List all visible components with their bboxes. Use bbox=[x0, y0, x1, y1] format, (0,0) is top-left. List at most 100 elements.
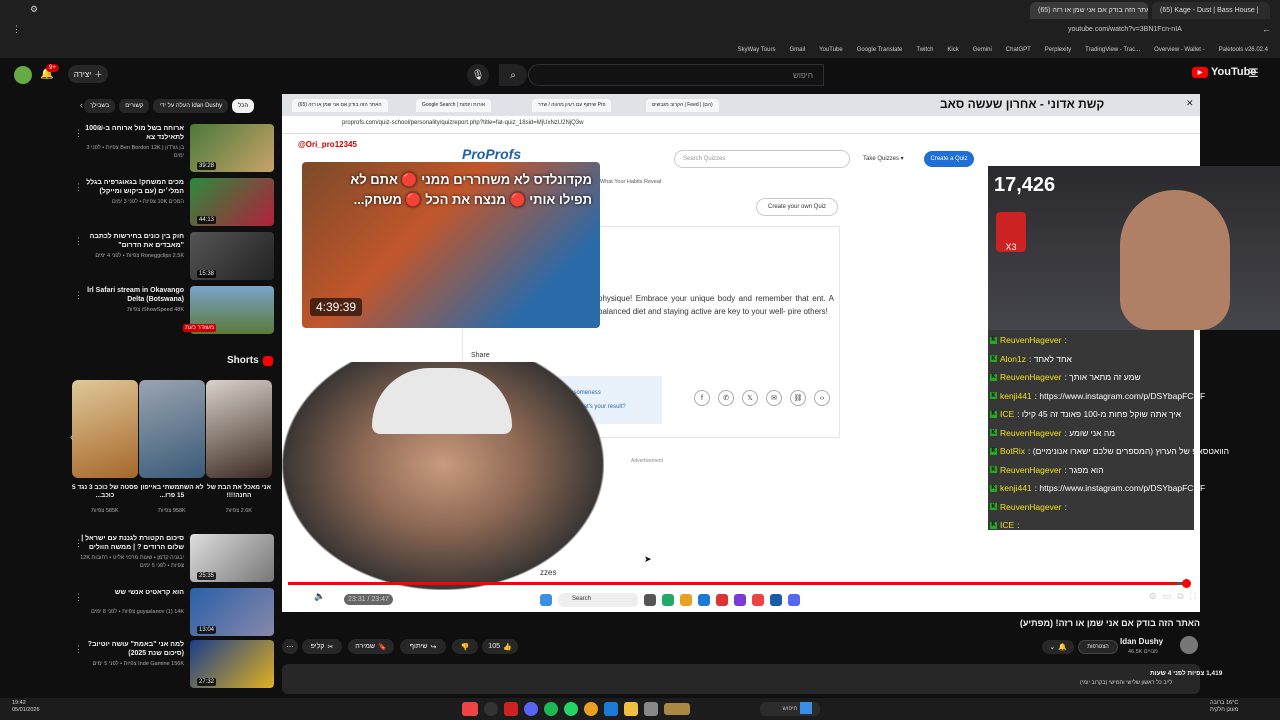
more-dots-icon: ⋯ bbox=[286, 643, 294, 651]
channel-avatar[interactable] bbox=[1180, 636, 1198, 654]
recommendation-item[interactable]: משודר כעת lrl Safari stream in Okavango … bbox=[70, 286, 274, 334]
progress-scrubber[interactable] bbox=[1182, 579, 1191, 588]
chat-text: : איך אתה שוקל פחות מ-100 פאונד זה 45 קי… bbox=[1017, 409, 1182, 419]
share-button[interactable]: שיתוף ↪ bbox=[400, 639, 446, 654]
more-options-icon[interactable]: ⋮ bbox=[74, 290, 83, 301]
browser-menu-dots-icon[interactable]: ⋮ bbox=[12, 24, 21, 35]
bookmark-item[interactable]: SkyWay Tours bbox=[737, 47, 775, 53]
hamburger-menu-icon[interactable]: ☰ bbox=[1248, 66, 1259, 80]
settings-icon[interactable]: ⚙ bbox=[1149, 591, 1157, 607]
more-options-icon[interactable]: ⋮ bbox=[74, 644, 83, 655]
more-options-icon[interactable]: ⋮ bbox=[74, 128, 83, 139]
edge-icon[interactable] bbox=[604, 702, 618, 716]
bookmark-item[interactable]: Kick bbox=[947, 47, 958, 53]
channel-name[interactable]: Idan Dushy bbox=[1120, 637, 1163, 646]
voice-search-button[interactable]: 🎙 bbox=[467, 64, 489, 86]
channel-subscribers: 46.5K מנויים bbox=[1128, 649, 1158, 655]
recommendation-title[interactable]: למה אני "באמת" עושה יוטיוב? (סיכום שנת 2… bbox=[78, 640, 184, 658]
recommendation-title[interactable]: ארוחה בשל מול ארוחה ב-100₪ לתאילנד צא bbox=[78, 124, 184, 142]
recommendation-item[interactable]: 13:04 הוא קראטיט אנשי שש guyaslanov (1) … bbox=[70, 588, 274, 636]
bookmark-item[interactable]: ChatGPT bbox=[1006, 47, 1031, 53]
taskbar-app-icon[interactable] bbox=[484, 702, 498, 716]
browser-menu-icon[interactable]: ⚙ bbox=[30, 4, 38, 15]
recommendation-title[interactable]: הוא קראטיט אנשי שש bbox=[78, 588, 184, 597]
pp-share-label: Share bbox=[471, 352, 490, 359]
clip-button[interactable]: קליפ ✂ bbox=[302, 639, 342, 654]
spotify-icon[interactable] bbox=[544, 702, 558, 716]
related-chips: בשבילך קשורים העלה על ידי Idan Dushy הכל bbox=[84, 98, 274, 114]
recommendation-item[interactable]: 25:35 סיכום הקטורת לגננת עם ישראל | שלום… bbox=[70, 534, 274, 582]
more-actions-button[interactable]: ⋯ bbox=[282, 639, 298, 654]
recommendation-title[interactable]: מכים המשחק! בגאוגרפיה בגלל המלי׳ים (עם ב… bbox=[78, 178, 184, 196]
join-button[interactable]: הצטרפות bbox=[1078, 640, 1118, 654]
more-options-icon[interactable]: ⋮ bbox=[74, 592, 83, 603]
inner-tab: (65) האתר הזה בודק אם אני שמן או רזה bbox=[292, 99, 388, 112]
more-options-icon[interactable]: ⋮ bbox=[74, 538, 83, 549]
bookmark-item[interactable]: Perplexity bbox=[1045, 47, 1071, 53]
bookmark-item[interactable]: TradingView - Trac... bbox=[1085, 47, 1140, 53]
close-icon[interactable]: ✕ bbox=[1186, 98, 1194, 109]
taskbar-app-icon[interactable] bbox=[462, 702, 478, 716]
recommendation-item[interactable]: 39:28 ארוחה בשל מול ארוחה ב-100₪ לתאילנד… bbox=[70, 124, 274, 172]
subscribed-button[interactable]: ⌄ 🔔 bbox=[1042, 640, 1074, 654]
more-options-icon[interactable]: ⋮ bbox=[74, 182, 83, 193]
short-title[interactable]: פסטה של כוכב 3 נגד 5 כוכב... bbox=[72, 484, 138, 500]
play-icon[interactable]: ▶ bbox=[290, 591, 304, 605]
browser-back-icon[interactable]: ← bbox=[1262, 24, 1271, 34]
windows-start-button[interactable] bbox=[800, 702, 812, 714]
kick-badge-icon: K bbox=[990, 392, 997, 399]
search-button[interactable]: ⌕ bbox=[499, 64, 527, 86]
save-button[interactable]: שמירה 🔖 bbox=[348, 639, 394, 654]
whatsapp-icon[interactable] bbox=[564, 702, 578, 716]
recommendation-item[interactable]: 15:38 חוק בין כונים בחירשות לכתבה "מאבדי… bbox=[70, 232, 274, 280]
bookmark-item[interactable]: Gmail bbox=[789, 47, 805, 53]
more-options-icon[interactable]: ⋮ bbox=[74, 236, 83, 247]
bookmark-item[interactable]: Google Translate bbox=[857, 47, 903, 53]
short-thumbnail[interactable] bbox=[72, 380, 138, 478]
discord-icon[interactable] bbox=[524, 702, 538, 716]
browser-tab-active[interactable]: האתר הזה בודק אם אני שמן או רזה (65) bbox=[1030, 2, 1148, 19]
create-button[interactable]: יצירה ＋ bbox=[68, 65, 108, 83]
dislike-button[interactable]: 👎 bbox=[452, 639, 478, 654]
taskbar-app-icon[interactable] bbox=[504, 702, 518, 716]
subtitles-icon[interactable]: ▭ bbox=[1163, 591, 1172, 607]
inner-tab: הקרוב מגבשים | Feed | (הם) bbox=[646, 99, 719, 112]
chip-uploaded-by[interactable]: העלה על ידי Idan Dushy bbox=[153, 99, 229, 113]
bookmark-item[interactable]: Overview - Wallet - bbox=[1154, 47, 1204, 53]
recommendation-title[interactable]: חוק בין כונים בחירשות לכתבה "מאבדים את ה… bbox=[78, 232, 184, 250]
chip-for-you[interactable]: בשבילך bbox=[84, 99, 116, 113]
chip-related[interactable]: קשורים bbox=[119, 99, 150, 113]
shorts-prev-chevron-icon[interactable]: ‹ bbox=[70, 432, 82, 446]
bookmark-item[interactable]: Gemini bbox=[973, 47, 992, 53]
recommendation-item[interactable]: 44:13 מכים המשחק! בגאוגרפיה בגלל המלי׳ים… bbox=[70, 178, 274, 226]
browser-tab[interactable]: (65) Kage - Dust | Bass House | bbox=[1152, 2, 1270, 19]
taskbar-app-icon[interactable] bbox=[644, 702, 658, 716]
chrome-icon[interactable] bbox=[584, 702, 598, 716]
fullscreen-icon[interactable]: ⛶ bbox=[1190, 591, 1196, 607]
discord-icon bbox=[788, 594, 800, 606]
chips-prev-chevron-icon[interactable]: ‹ bbox=[80, 100, 83, 110]
url-text[interactable]: youtube.com/watch?v=3BN1Fcn-nIA bbox=[1068, 26, 1182, 33]
bookmark-item[interactable]: YouTube bbox=[819, 47, 843, 53]
kick-badge-icon: K bbox=[990, 373, 997, 381]
miniplayer-icon[interactable]: ⧉ bbox=[1177, 591, 1183, 607]
description-box[interactable] bbox=[282, 664, 1200, 694]
recommendation-title[interactable]: סיכום הקטורת לגננת עם ישראל | שלום הרודי… bbox=[78, 534, 184, 552]
search-input[interactable]: חיפוש bbox=[528, 64, 824, 86]
user-avatar[interactable] bbox=[14, 66, 32, 84]
bookmark-item[interactable]: Paletools v26.02.4 bbox=[1219, 47, 1268, 53]
recommendation-title[interactable]: lrl Safari stream in Okavango Delta (Bot… bbox=[78, 286, 184, 304]
youtube-logo[interactable]: ▶ YouTube bbox=[1192, 66, 1256, 78]
short-thumbnail[interactable] bbox=[206, 380, 272, 478]
taskbar-app-icon[interactable] bbox=[664, 703, 690, 715]
chip-all[interactable]: הכל bbox=[232, 99, 255, 113]
bookmark-item[interactable]: Twitch bbox=[916, 47, 933, 53]
short-title[interactable]: לא השתמשתי באייפון 15 פרו... bbox=[139, 484, 205, 500]
short-thumbnail[interactable] bbox=[139, 380, 205, 478]
recommendation-item[interactable]: 27:32 למה אני "באמת" עושה יוטיוב? (סיכום… bbox=[70, 640, 274, 688]
short-title[interactable]: אני מאכל את הבת של החנה!!!! bbox=[206, 484, 272, 500]
file-explorer-icon[interactable] bbox=[624, 702, 638, 716]
kick-badge-icon: K bbox=[990, 429, 997, 436]
like-button[interactable]: 105 👍 bbox=[482, 639, 518, 654]
volume-icon[interactable]: 🔈 bbox=[314, 591, 325, 602]
